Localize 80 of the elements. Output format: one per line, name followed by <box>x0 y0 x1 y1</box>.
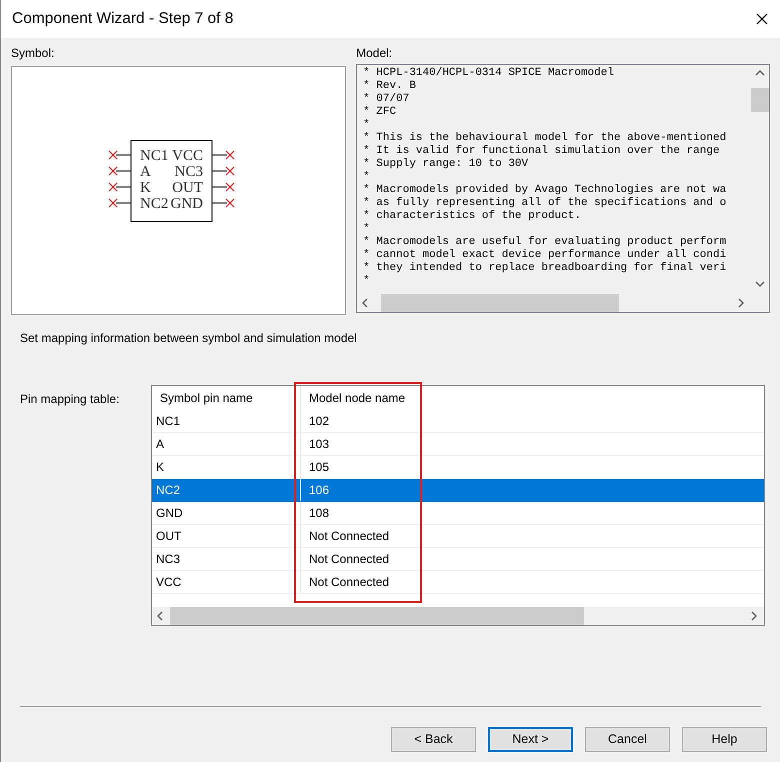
pin-line <box>115 154 132 155</box>
model-text-line: * <box>363 119 370 132</box>
model-text-line: * as fully representing all of the specifications and o <box>363 197 726 210</box>
wizard-button[interactable]: < Back <box>391 727 476 752</box>
unconnected-pin-icon <box>108 182 118 191</box>
model-text-line: * Macromodels are useful for evaluating product perform <box>363 236 726 249</box>
model-text-line: * ZFC <box>363 106 396 119</box>
pin-label: VCC <box>172 148 203 164</box>
model-text-line: * HCPL-3140/HCPL-0314 SPICE Macromodel <box>363 67 614 80</box>
table-cell: K <box>152 456 301 478</box>
table-cell-text: 108 <box>308 505 330 522</box>
pin-label: OUT <box>172 180 203 196</box>
unconnected-pin-icon <box>225 198 234 207</box>
table-cell-text: 106 <box>308 482 330 499</box>
symbol-label: Symbol: <box>11 45 56 62</box>
table-cell: OUT <box>152 525 301 547</box>
model-text-line: * Macromodels provided by Avago Technologies are not wa <box>363 184 726 197</box>
unconnected-pin-icon <box>108 198 118 207</box>
model-text-line: * they intended to replace breadboarding for final veri <box>363 262 726 275</box>
table-row[interactable]: VCC Not Connected <box>152 571 764 594</box>
table-cell-text: Not Connected <box>308 574 390 591</box>
table-cell: A <box>152 433 301 455</box>
pin-label: NC3 <box>174 164 203 180</box>
table-row[interactable]: NC2 106 <box>152 479 764 502</box>
unconnected-pin-icon <box>225 150 234 159</box>
table-row[interactable]: OUT Not Connected <box>152 525 764 548</box>
model-text-line: * cannot model exact device performance under all condi <box>363 249 726 262</box>
model-text-line: * characteristics of the product. <box>363 210 581 223</box>
table-cell-text: Not Connected <box>308 528 390 545</box>
table-row[interactable]: NC3 Not Connected <box>152 548 764 571</box>
table-cell-text: Not Connected <box>308 551 390 568</box>
wizard-button[interactable]: Next > <box>488 727 573 752</box>
scroll-thumb[interactable] <box>381 294 620 312</box>
column-header[interactable]: Symbol pin name <box>152 386 301 410</box>
model-text-line: * 07/07 <box>363 93 410 106</box>
table-cell-text: 102 <box>308 413 330 430</box>
pin-line <box>211 202 228 203</box>
pin-label: A <box>140 164 150 180</box>
scroll-thumb[interactable] <box>751 88 769 112</box>
unconnected-pin-icon <box>225 182 234 191</box>
pin-line <box>115 170 132 171</box>
horizontal-scrollbar[interactable] <box>152 607 764 625</box>
window-title: Component Wizard - Step 7 of 8 <box>12 9 234 30</box>
pin-line <box>211 154 228 155</box>
table-cell-text: 105 <box>308 459 330 476</box>
model-text-line: * Supply range: 10 to 30V <box>363 158 528 171</box>
model-text-line: * <box>363 171 370 184</box>
table-row[interactable]: GND 108 <box>152 502 764 525</box>
wizard-button[interactable]: Cancel <box>585 727 670 752</box>
model-label: Model: <box>356 45 394 62</box>
pin-line <box>211 170 228 171</box>
pin-table-label: Pin mapping table: <box>20 391 120 408</box>
pin-label: NC1 <box>140 148 168 164</box>
pin-label: GND <box>170 196 203 212</box>
unconnected-pin-icon <box>108 150 118 159</box>
model-text-line: * <box>363 223 370 236</box>
pin-label: K <box>140 180 150 196</box>
model-text-line: * Rev. B <box>363 80 416 93</box>
table-cell: VCC <box>152 571 301 593</box>
model-text-line: * <box>363 275 370 288</box>
table-row[interactable]: NC1 102 <box>152 410 764 433</box>
unconnected-pin-icon <box>108 166 118 175</box>
column-header[interactable]: Model node name <box>301 386 421 410</box>
table-cell: NC3 <box>152 548 301 570</box>
unconnected-pin-icon <box>225 166 234 175</box>
table-cell: GND <box>152 502 301 524</box>
wizard-button[interactable]: Help <box>682 727 767 752</box>
pin-line <box>115 202 132 203</box>
model-text-line: * It is valid for functional simulation over the range <box>363 145 720 158</box>
table-cell-text: 103 <box>308 436 330 453</box>
scroll-thumb[interactable] <box>170 607 584 625</box>
table-cell: NC2 <box>152 479 301 501</box>
table-cell: NC1 <box>152 410 301 432</box>
model-text-line: * This is the behavioural model for the above-mentioned <box>363 132 726 145</box>
close-icon[interactable] <box>756 13 768 25</box>
table-row[interactable]: A 103 <box>152 433 764 456</box>
pin-label: NC2 <box>140 196 168 212</box>
instruction-text: Set mapping information between symbol and simulation model <box>20 330 358 347</box>
pin-line <box>115 186 132 187</box>
pin-line <box>211 186 228 187</box>
